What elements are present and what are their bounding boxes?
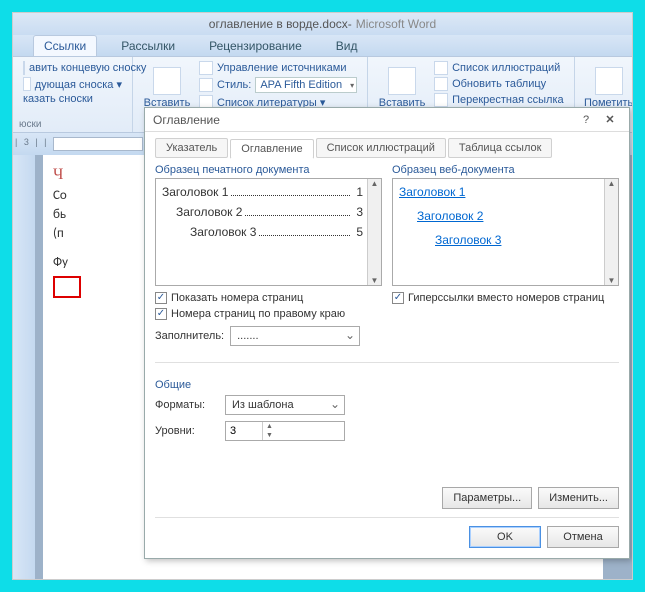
tab-index[interactable]: Указатель [155, 138, 228, 158]
web-preview-link[interactable]: Заголовок 3 [435, 233, 600, 247]
web-preview-scrollbar[interactable] [604, 179, 618, 285]
mark-icon [595, 67, 623, 95]
window-titlebar: оглавление в ворде.docx - Microsoft Word [13, 13, 632, 35]
citation-style-dropdown[interactable]: APA Fifth Edition [255, 77, 357, 93]
spinner-up-icon[interactable]: ▲ [263, 422, 276, 431]
tab-toc[interactable]: Оглавление [230, 139, 313, 159]
citation-icon [153, 67, 181, 95]
cross-reference-btn[interactable]: Перекрестная ссылка [434, 93, 564, 107]
web-preview-box: Заголовок 1 Заголовок 2 Заголовок 3 [392, 178, 619, 286]
close-button[interactable]: ✕ [599, 111, 621, 129]
insert-endnote-btn[interactable]: авить концевую сноску [23, 61, 122, 75]
checkbox-icon [155, 308, 167, 320]
tab-figures-list[interactable]: Список иллюстраций [316, 138, 446, 158]
list-of-figures-btn[interactable]: Список иллюстраций [434, 61, 564, 75]
tab-links[interactable]: Ссылки [33, 35, 97, 56]
formats-label: Форматы: [155, 399, 225, 411]
checkbox-icon [392, 292, 404, 304]
levels-label: Уровни: [155, 425, 225, 437]
vertical-ruler[interactable] [13, 155, 35, 579]
scroll-down-icon[interactable] [608, 276, 616, 285]
show-page-numbers-checkbox[interactable]: Показать номера страниц [155, 292, 382, 304]
tab-leader-label: Заполнитель: [155, 330, 224, 342]
hyperlinks-instead-pages-checkbox[interactable]: Гиперссылки вместо номеров страниц [392, 292, 619, 304]
tab-view[interactable]: Вид [326, 36, 368, 56]
caption-icon [388, 67, 416, 95]
web-preview-link[interactable]: Заголовок 1 [399, 185, 600, 199]
scroll-up-icon[interactable] [608, 179, 616, 188]
spinner-down-icon[interactable]: ▼ [263, 431, 276, 440]
right-align-page-numbers-checkbox[interactable]: Номера страниц по правому краю [155, 308, 382, 320]
ok-button[interactable]: OK [469, 526, 541, 548]
formats-dropdown[interactable]: Из шаблона [225, 395, 345, 415]
levels-spinner[interactable]: ▲▼ [225, 421, 345, 441]
highlighted-thumbnail [53, 276, 81, 298]
options-button[interactable]: Параметры... [442, 487, 532, 509]
document-title: оглавление в ворде.docx [209, 17, 348, 31]
print-preview-scrollbar[interactable] [367, 179, 381, 285]
citation-style-row: Стиль: APA Fifth Edition [199, 77, 357, 93]
update-table-btn[interactable]: Обновить таблицу [434, 77, 564, 91]
dialog-tabs: Указатель Оглавление Список иллюстраций … [145, 132, 629, 158]
tab-leader-dropdown[interactable]: ....... [230, 326, 360, 346]
update-icon [434, 77, 448, 91]
toc-dialog: Оглавление ? ✕ Указатель Оглавление Спис… [144, 107, 630, 559]
general-section-label: Общие [155, 379, 619, 391]
show-footnotes-btn[interactable]: казать сноски [23, 93, 122, 105]
checkbox-icon [155, 292, 167, 304]
tab-mailings[interactable]: Рассылки [111, 36, 185, 56]
ribbon-tabs: Ссылки Рассылки Рецензирование Вид [13, 35, 632, 57]
dialog-titlebar[interactable]: Оглавление ? ✕ [145, 108, 629, 132]
modify-button[interactable]: Изменить... [538, 487, 619, 509]
web-preview-link[interactable]: Заголовок 2 [417, 209, 600, 223]
dialog-title: Оглавление [153, 113, 573, 127]
tab-review[interactable]: Рецензирование [199, 36, 312, 56]
manage-sources-btn[interactable]: Управление источниками [199, 61, 357, 75]
web-preview-label: Образец веб-документа [392, 164, 619, 176]
next-footnote-btn[interactable]: дующая сноска ▾ [23, 77, 122, 91]
print-preview-box: Заголовок 11 Заголовок 23 Заголовок 35 [155, 178, 382, 286]
help-button[interactable]: ? [575, 111, 597, 129]
scroll-down-icon[interactable] [371, 276, 379, 285]
tab-authorities[interactable]: Таблица ссылок [448, 138, 553, 158]
app-window: оглавление в ворде.docx - Microsoft Word… [12, 12, 633, 580]
crossref-icon [434, 93, 448, 107]
group-label-footnotes: юски [19, 119, 126, 130]
sources-icon [199, 61, 213, 75]
levels-input[interactable] [226, 425, 262, 437]
cancel-button[interactable]: Отмена [547, 526, 619, 548]
scroll-up-icon[interactable] [371, 179, 379, 188]
app-name: Microsoft Word [356, 17, 436, 31]
figures-icon [434, 61, 448, 75]
print-preview-label: Образец печатного документа [155, 164, 382, 176]
endnote-icon [23, 61, 25, 75]
style-icon [199, 78, 213, 92]
next-footnote-icon [23, 77, 31, 91]
